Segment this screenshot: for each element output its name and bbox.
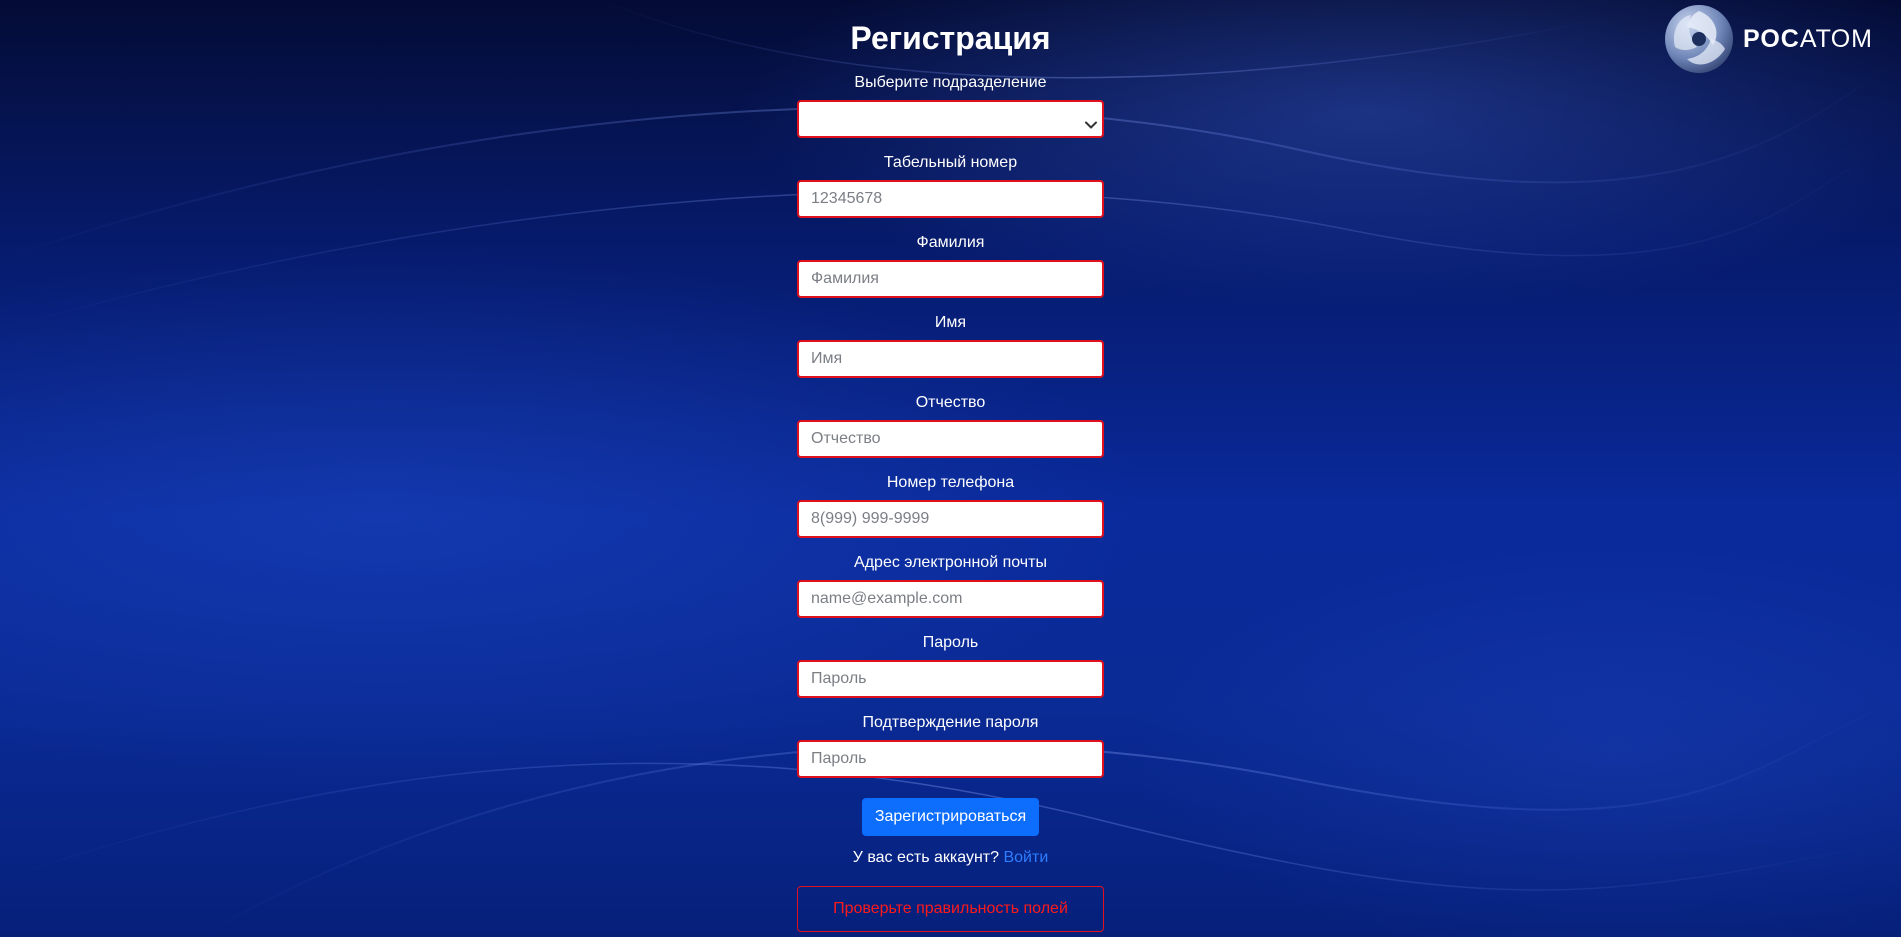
password-confirm-label: Подтверждение пароля bbox=[862, 714, 1039, 731]
password-confirm-field: Подтверждение пароля bbox=[797, 712, 1104, 778]
account-prompt-text: У вас есть аккаунт? bbox=[852, 849, 1000, 866]
login-prompt: У вас есть аккаунт? Войти bbox=[797, 846, 1104, 870]
last-name-input[interactable] bbox=[797, 260, 1104, 298]
department-label: Выберите подразделение bbox=[854, 74, 1047, 91]
password-input[interactable] bbox=[797, 660, 1104, 698]
patronymic-input[interactable] bbox=[797, 420, 1104, 458]
phone-field: Номер телефона bbox=[797, 472, 1104, 538]
register-button[interactable]: Зарегистрироваться bbox=[861, 798, 1040, 836]
employee-number-field: Табельный номер bbox=[797, 152, 1104, 218]
employee-number-label: Табельный номер bbox=[883, 154, 1018, 171]
password-label: Пароль bbox=[922, 634, 979, 651]
department-select-wrap bbox=[797, 100, 1104, 138]
first-name-field: Имя bbox=[797, 312, 1104, 378]
validation-error-alert: Проверьте правильность полей bbox=[797, 886, 1104, 932]
rosatom-logo-icon bbox=[1665, 5, 1733, 73]
first-name-label: Имя bbox=[934, 314, 967, 331]
email-label: Адрес электронной почты bbox=[854, 554, 1047, 571]
last-name-field: Фамилия bbox=[797, 232, 1104, 298]
phone-input[interactable] bbox=[797, 500, 1104, 538]
employee-number-input[interactable] bbox=[797, 180, 1104, 218]
department-field: Выберите подразделение bbox=[797, 72, 1104, 138]
registration-form: Регистрация Выберите подразделение Табел… bbox=[797, 0, 1104, 932]
password-confirm-input[interactable] bbox=[797, 740, 1104, 778]
rosatom-logo: РОСАТОМ bbox=[1663, 2, 1883, 76]
patronymic-field: Отчество bbox=[797, 392, 1104, 458]
patronymic-label: Отчество bbox=[915, 394, 986, 411]
rosatom-wordmark: РОСАТОМ bbox=[1743, 24, 1873, 53]
page-title: Регистрация bbox=[850, 20, 1051, 56]
department-select[interactable] bbox=[797, 100, 1104, 138]
email-field: Адрес электронной почты bbox=[797, 552, 1104, 618]
first-name-input[interactable] bbox=[797, 340, 1104, 378]
last-name-label: Фамилия bbox=[916, 234, 985, 251]
login-link[interactable]: Войти bbox=[1003, 849, 1048, 866]
email-input[interactable] bbox=[797, 580, 1104, 618]
phone-label: Номер телефона bbox=[886, 474, 1015, 491]
password-field: Пароль bbox=[797, 632, 1104, 698]
